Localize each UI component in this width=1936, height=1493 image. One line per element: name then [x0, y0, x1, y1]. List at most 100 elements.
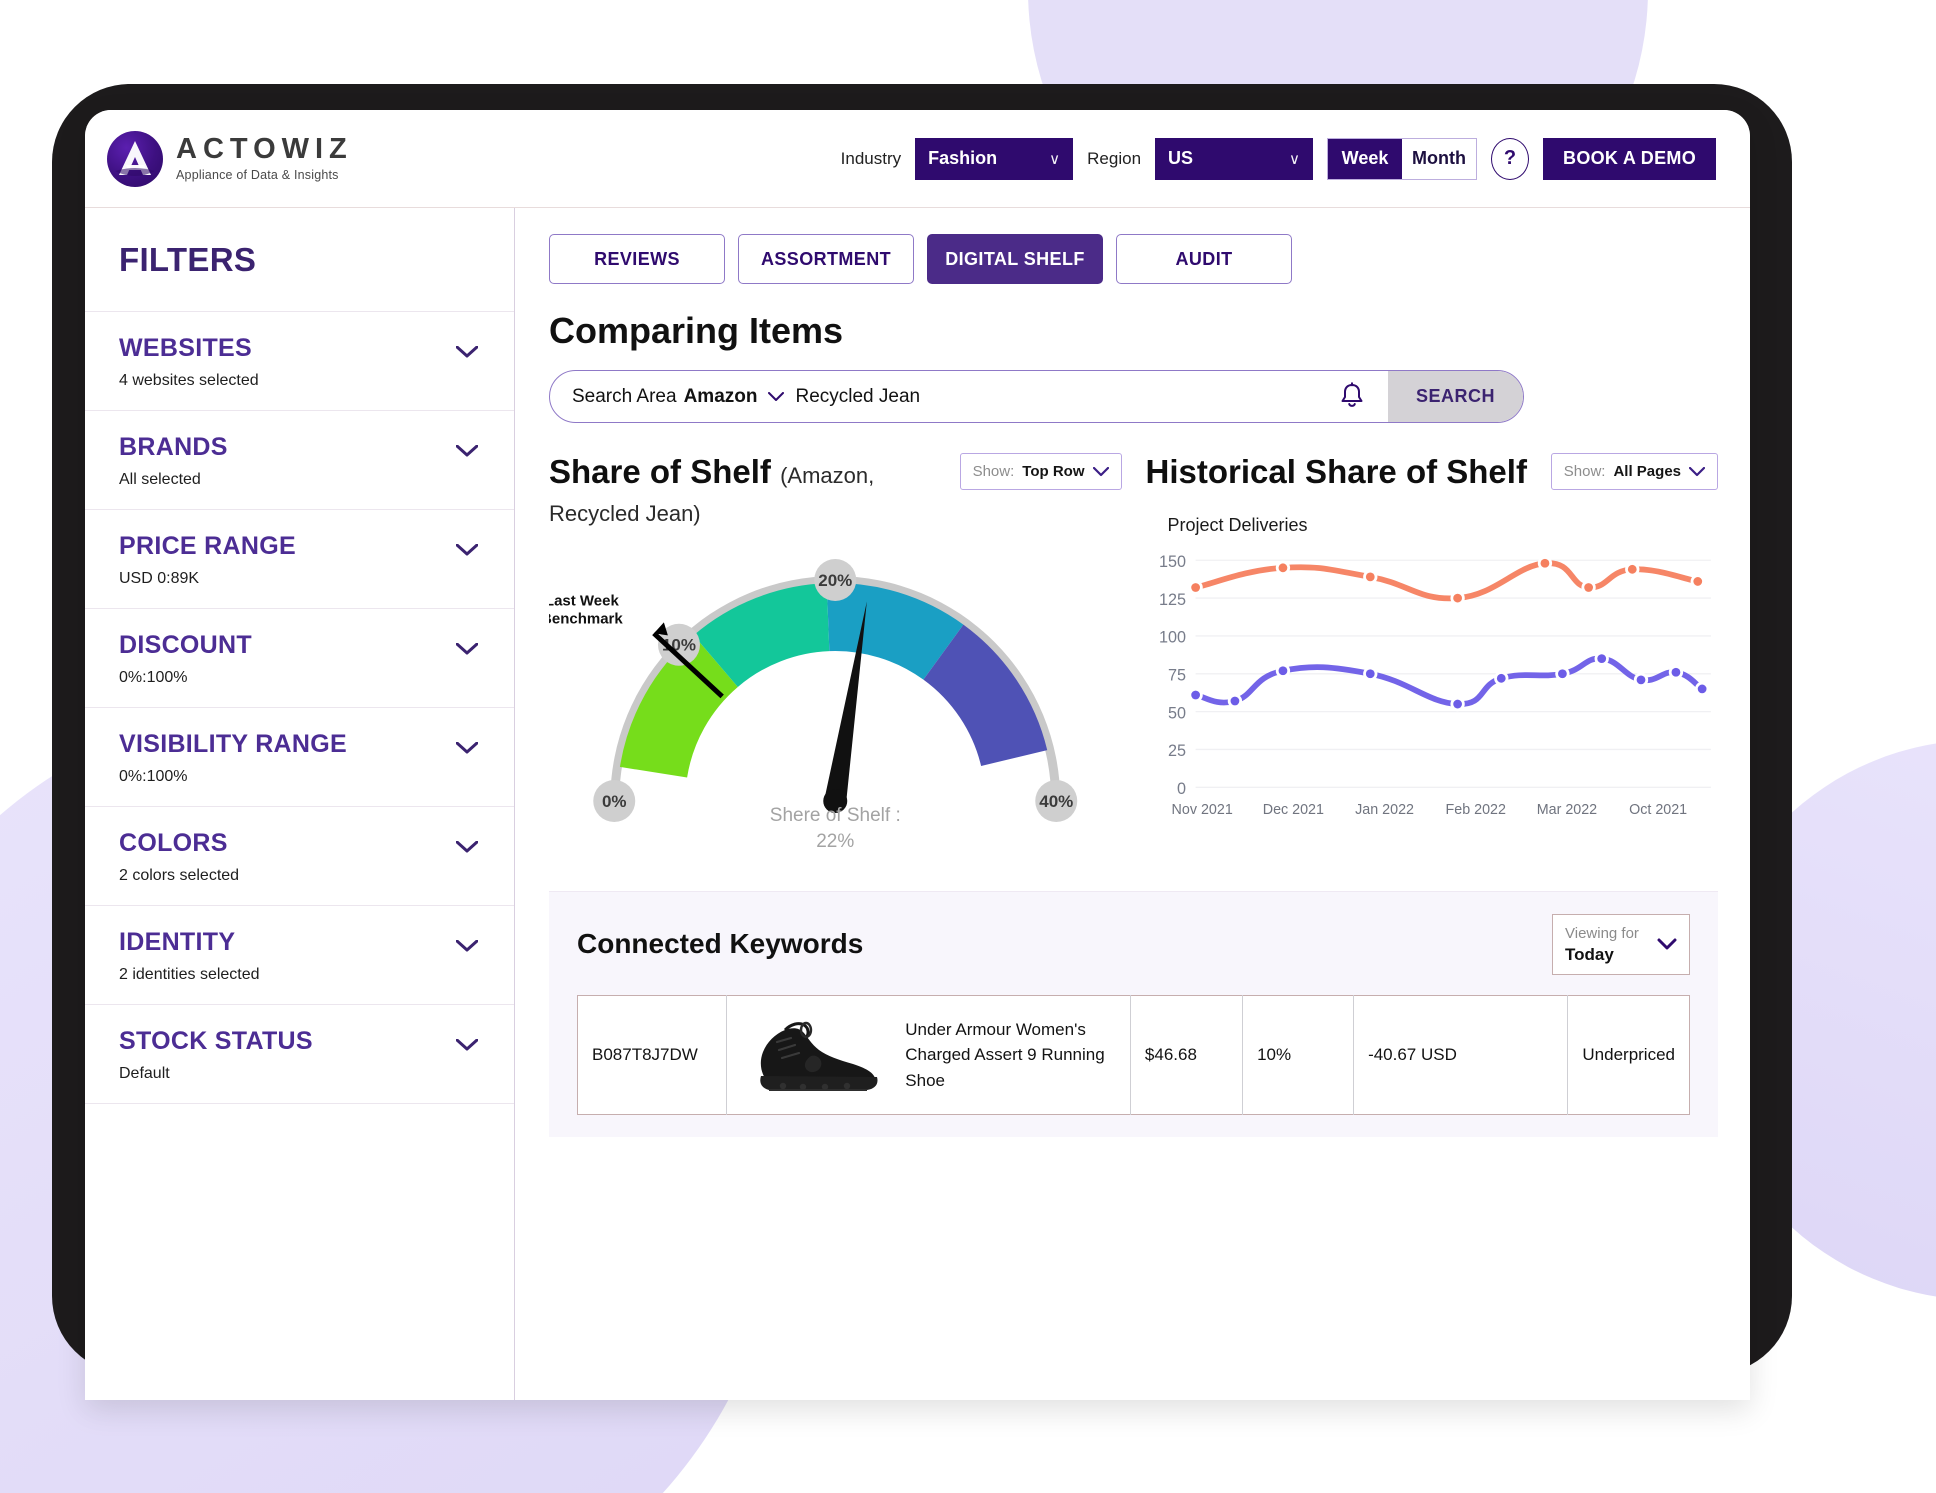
share-of-shelf-panel: Share of Shelf (Amazon, Recycled Jean) S… — [541, 453, 1122, 861]
svg-text:75: 75 — [1168, 666, 1186, 684]
chevron-down-icon — [456, 445, 478, 457]
show-value: Top Row — [1022, 463, 1085, 480]
line-chart: 0 25 50 75 100 125 150 Nov 2021 Dec 2021 Jan 2022… — [1146, 540, 1719, 840]
sidebar-item-price-range[interactable]: PRICE RANGE USD 0:89K — [85, 510, 514, 609]
filter-value: Default — [119, 1065, 170, 1082]
filters-header: FILTERS — [85, 208, 514, 312]
gauge-title: Share of Shelf (Amazon, Recycled Jean) — [549, 453, 946, 529]
period-toggle: Week Month — [1327, 137, 1478, 180]
period-week-option[interactable]: Week — [1328, 138, 1403, 179]
chevron-down-icon — [1092, 466, 1109, 476]
history-header: Historical Share of Shelf Show: All Page… — [1145, 453, 1718, 491]
filter-label: COLORS — [119, 829, 228, 857]
product-image-shoe-icon — [760, 1021, 878, 1091]
notification-bell-icon[interactable] — [1338, 381, 1366, 412]
viewing-for-label: Viewing for — [1565, 924, 1639, 942]
show-label: Show: — [972, 463, 1015, 480]
svg-text:Jan 2022: Jan 2022 — [1355, 802, 1414, 818]
history-show-select[interactable]: Show: All Pages — [1550, 453, 1718, 490]
search-bar: Search Area Amazon Recycled Jean SEARCH — [549, 370, 1524, 423]
svg-text:50: 50 — [1168, 704, 1186, 722]
search-area-value[interactable]: Amazon — [684, 386, 758, 408]
filters-title: FILTERS — [119, 240, 257, 278]
viewing-for-select[interactable]: Viewing for Today — [1552, 913, 1690, 975]
page-title: Comparing Items — [549, 310, 844, 351]
svg-text:0: 0 — [1177, 780, 1186, 798]
actowiz-logo-icon — [107, 130, 163, 187]
svg-text:25: 25 — [1168, 742, 1186, 760]
brand-name: ACTOWIZ — [176, 133, 353, 166]
svg-text:150: 150 — [1159, 553, 1186, 571]
chevron-down-icon — [456, 643, 478, 655]
industry-select[interactable]: Fashion ∨ — [915, 137, 1074, 180]
svg-text:20%: 20% — [818, 571, 852, 590]
svg-text:Last Week: Last Week — [549, 592, 619, 609]
chevron-down-icon[interactable] — [768, 391, 785, 402]
filter-label: STOCK STATUS — [119, 1027, 313, 1055]
chevron-down-icon — [456, 1039, 478, 1051]
sidebar-item-websites[interactable]: WEBSITES 4 websites selected — [85, 312, 514, 411]
chevron-down-icon — [456, 940, 478, 952]
connected-keywords-header: Connected Keywords Viewing for Today — [549, 892, 1718, 995]
search-button[interactable]: SEARCH — [1387, 371, 1523, 422]
connected-keywords-title: Connected Keywords — [577, 928, 864, 960]
gauge-chart: 0% 10% 20% 40% Last Week Benchmark Shere of S… — [541, 551, 1122, 861]
svg-text:Dec 2021: Dec 2021 — [1262, 802, 1323, 818]
chevron-down-icon: ∨ — [1049, 150, 1061, 168]
tab-assortment[interactable]: ASSORTMENT — [738, 234, 914, 284]
chevron-down-icon — [456, 346, 478, 358]
svg-text:Nov 2021: Nov 2021 — [1171, 802, 1232, 818]
tab-reviews[interactable]: REVIEWS — [549, 234, 725, 284]
table-row[interactable]: B087T8J7DW Under Armour Women's Charged … — [577, 995, 1690, 1115]
connected-keywords-panel: Connected Keywords Viewing for Today B08… — [549, 890, 1718, 1137]
sidebar-item-visibility-range[interactable]: VISIBILITY RANGE 0%:100% — [85, 708, 514, 807]
line-chart-subtitle: Project Deliveries — [1167, 514, 1308, 535]
book-a-demo-button[interactable]: BOOK A DEMO — [1543, 137, 1716, 180]
chevron-down-icon — [456, 841, 478, 853]
sidebar-item-identity[interactable]: IDENTITY 2 identities selected — [85, 906, 514, 1005]
history-title: Historical Share of Shelf — [1145, 453, 1527, 490]
svg-text:Benchmark: Benchmark — [549, 610, 623, 627]
chevron-down-icon — [456, 544, 478, 556]
gauge-show-select[interactable]: Show: Top Row — [959, 453, 1122, 490]
connected-keywords-table: B087T8J7DW Under Armour Women's Charged … — [577, 994, 1690, 1115]
cell-price: $46.68 — [1130, 995, 1244, 1115]
sidebar-item-stock-status[interactable]: STOCK STATUS Default — [85, 1005, 514, 1104]
main-content: REVIEWS ASSORTMENT DIGITAL SHELF AUDIT C… — [515, 208, 1750, 1400]
brand-logo[interactable]: ACTOWIZ Appliance of Data & Insights — [107, 130, 353, 187]
svg-text:Oct 2021: Oct 2021 — [1629, 802, 1687, 818]
chevron-down-icon — [456, 742, 478, 754]
gauge-title-main: Share of Shelf — [549, 453, 771, 490]
tab-digital-shelf[interactable]: DIGITAL SHELF — [927, 234, 1103, 284]
app-screen: ACTOWIZ Appliance of Data & Insights Ind… — [85, 110, 1750, 1400]
sidebar-item-discount[interactable]: DISCOUNT 0%:100% — [85, 609, 514, 708]
filter-value: 2 identities selected — [119, 966, 260, 983]
search-area-label: Search Area — [572, 385, 677, 407]
filter-label: WEBSITES — [119, 334, 252, 362]
industry-label: Industry — [840, 148, 902, 168]
filters-sidebar: FILTERS WEBSITES 4 websites selected BRA… — [85, 208, 515, 1400]
svg-text:125: 125 — [1159, 591, 1186, 609]
show-label: Show: — [1563, 463, 1606, 480]
industry-value: Fashion — [928, 148, 998, 168]
help-button[interactable]: ? — [1491, 137, 1530, 180]
region-select[interactable]: US ∨ — [1155, 137, 1314, 180]
search-input[interactable]: Recycled Jean — [795, 386, 920, 408]
historical-share-panel: Historical Share of Shelf Show: All Page… — [1145, 453, 1719, 861]
viewing-for-value: Today — [1565, 944, 1614, 964]
filter-label: DISCOUNT — [119, 631, 252, 659]
cell-price-delta: -40.67 USD — [1353, 995, 1569, 1115]
region-value: US — [1168, 148, 1194, 168]
product-name: Under Armour Women's Charged Assert 9 Ru… — [905, 1019, 1105, 1090]
tab-audit[interactable]: AUDIT — [1116, 234, 1292, 284]
filter-value: 2 colors selected — [119, 867, 240, 884]
line-chart-svg: 0 25 50 75 100 125 150 Nov 2021 Dec 2021 Jan 2022… — [1159, 553, 1711, 818]
app-header: ACTOWIZ Appliance of Data & Insights Ind… — [85, 110, 1750, 208]
sidebar-item-colors[interactable]: COLORS 2 colors selected — [85, 807, 514, 906]
header-controls: Industry Fashion ∨ Region US ∨ Week Mont… — [840, 137, 1716, 180]
filter-value: 0%:100% — [119, 669, 188, 686]
gauge-value-label: Shere of Shelf : — [769, 804, 901, 826]
sidebar-item-brands[interactable]: BRANDS All selected — [85, 411, 514, 510]
period-month-option[interactable]: Month — [1402, 138, 1477, 179]
connected-keywords-table-wrap: B087T8J7DW Under Armour Women's Charged … — [549, 994, 1718, 1137]
